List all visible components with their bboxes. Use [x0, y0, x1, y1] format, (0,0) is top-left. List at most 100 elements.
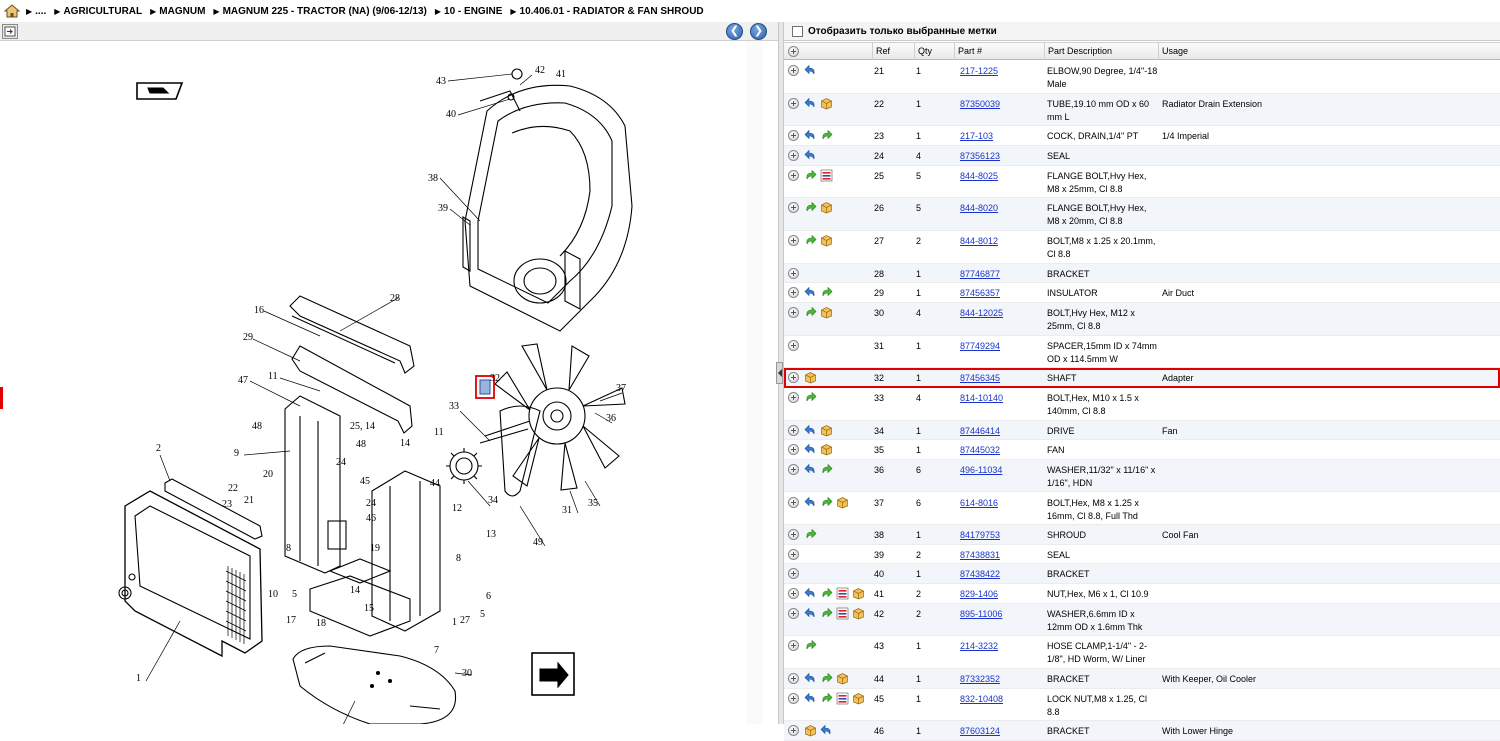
diagram-callout[interactable]: 29	[243, 332, 253, 343]
forward-button[interactable]: ❯	[750, 23, 767, 40]
add-to-list-icon[interactable]	[788, 463, 799, 475]
breadcrumb-item-agricultural[interactable]: AGRICULTURAL	[63, 6, 142, 17]
kit-box-icon[interactable]	[852, 587, 865, 600]
kit-box-icon[interactable]	[820, 306, 833, 319]
kit-box-icon[interactable]	[804, 371, 817, 384]
exploded-parts-diagram[interactable]: 4342 4140383928162947 1148925, 14482445462…	[0, 41, 746, 724]
add-to-list-icon[interactable]	[788, 130, 799, 142]
add-to-list-icon[interactable]	[788, 339, 799, 351]
diagram-callout[interactable]: 30	[462, 668, 472, 679]
table-row[interactable]: 31 1 87749294 SPACER,15mm ID x 74mm OD x 11…	[784, 336, 1500, 369]
diagram-vertical-scrollbar[interactable]	[746, 41, 762, 724]
replaced-by-arrow-icon[interactable]	[804, 286, 817, 299]
add-to-list-icon[interactable]	[788, 424, 799, 436]
part-number-link[interactable]: 87746877	[960, 268, 1000, 281]
diagram-callout[interactable]: 13	[486, 529, 496, 540]
replaces-arrow-icon[interactable]	[820, 286, 833, 299]
diagram-callout[interactable]: 12	[452, 503, 462, 514]
diagram-callout[interactable]: 11	[268, 371, 278, 382]
part-number-link[interactable]: 217-1225	[960, 65, 998, 78]
diagram-callout[interactable]: 20	[263, 469, 273, 480]
table-row[interactable]: 21 1 217-1225 ELBOW,90 Degree, 1/4"-18 Male	[784, 61, 1500, 94]
kit-box-icon[interactable]	[820, 97, 833, 110]
add-to-list-icon[interactable]	[788, 692, 799, 704]
diagram-callout[interactable]: 41	[556, 69, 566, 80]
replaces-arrow-icon[interactable]	[804, 639, 817, 652]
diagram-callout[interactable]: 42	[535, 65, 545, 76]
part-number-link[interactable]: 87332352	[960, 673, 1000, 686]
column-header-qty[interactable]: Qty	[914, 43, 954, 60]
replaced-by-arrow-icon[interactable]	[804, 443, 817, 456]
add-to-list-icon[interactable]	[788, 391, 799, 403]
table-row[interactable]: 23 1 217-103 COCK, DRAIN,1/4" PT 1/4 Imperia…	[784, 126, 1500, 146]
kit-box-icon[interactable]	[820, 201, 833, 214]
replaced-by-arrow-icon[interactable]	[804, 424, 817, 437]
replaces-arrow-icon[interactable]	[820, 607, 833, 620]
part-number-link[interactable]: 87603124	[960, 725, 1000, 738]
add-to-list-icon[interactable]	[788, 65, 799, 76]
replaces-arrow-icon[interactable]	[820, 129, 833, 142]
table-row[interactable]: 34 1 87446414 DRIVE Fan	[784, 420, 1500, 441]
table-row[interactable]: 42 2 895-11006 WASHER,6.6mm ID x 12mm OD x …	[784, 603, 1500, 637]
diagram-callout[interactable]: 38	[428, 173, 438, 184]
diagram-callout[interactable]: 22	[228, 483, 238, 494]
add-to-list-icon[interactable]	[788, 607, 799, 619]
part-number-link[interactable]: 814-10140	[960, 392, 1003, 405]
part-number-link[interactable]: 87749294	[960, 340, 1000, 353]
replaces-arrow-icon[interactable]	[820, 463, 833, 476]
show-selected-only-label[interactable]: Отобразить только выбранные метки	[808, 26, 997, 37]
table-row[interactable]: 33 4 814-10140 BOLT,Hex, M10 x 1.5 x 140mm,…	[784, 388, 1500, 421]
add-to-list-icon[interactable]	[788, 673, 799, 684]
replaces-arrow-icon[interactable]	[820, 587, 833, 600]
table-row[interactable]: 39 2 87438831 SEAL	[784, 545, 1500, 565]
add-to-list-icon[interactable]	[788, 496, 799, 508]
column-header-part-number[interactable]: Part #	[954, 43, 1044, 60]
diagram-callout[interactable]: 15	[364, 603, 374, 614]
replaced-by-arrow-icon[interactable]	[804, 149, 817, 162]
part-number-link[interactable]: 829-1406	[960, 588, 998, 601]
replaces-arrow-icon[interactable]	[804, 169, 817, 182]
diagram-callout[interactable]: 24	[366, 498, 376, 509]
add-to-list-icon[interactable]	[788, 568, 799, 580]
diagram-callout[interactable]: 48	[252, 421, 262, 432]
diagram-callout[interactable]: 45	[360, 476, 370, 487]
diagram-callout[interactable]: 48	[356, 439, 366, 450]
add-to-list-icon[interactable]	[788, 169, 799, 181]
table-row[interactable]: 26 5 844-8020 FLANGE BOLT,Hvy Hex, M8 x 20m…	[784, 198, 1500, 231]
kit-box-icon[interactable]	[820, 443, 833, 456]
add-to-list-icon[interactable]	[788, 725, 799, 737]
table-row[interactable]: 40 1 87438422 BRACKET	[784, 564, 1500, 584]
diagram-callout[interactable]: 16	[254, 305, 264, 316]
kit-box-icon[interactable]	[820, 234, 833, 247]
specification-list-icon[interactable]	[836, 692, 849, 705]
diagram-callout[interactable]: 19	[370, 543, 380, 554]
table-row[interactable]: 37 6 614-8016 BOLT,Hex, M8 x 1.25 x 16mm, C…	[784, 493, 1500, 526]
add-to-list-icon[interactable]	[788, 202, 799, 214]
part-number-link[interactable]: 496-11034	[960, 464, 1002, 477]
diagram-callout[interactable]: 32	[490, 373, 500, 384]
table-row[interactable]: 32 1 87456345 SHAFT Adapter	[784, 368, 1500, 388]
table-row[interactable]: 30 4 844-12025 BOLT,Hvy Hex, M12 x 25mm, Cl…	[784, 302, 1500, 336]
part-number-link[interactable]: 844-8020	[960, 202, 998, 215]
replaces-arrow-icon[interactable]	[804, 234, 817, 247]
breadcrumb-item-magnum[interactable]: MAGNUM	[159, 6, 205, 17]
replaces-arrow-icon[interactable]	[804, 391, 817, 404]
diagram-callout[interactable]: 28	[390, 293, 400, 304]
diagram-callout[interactable]: 5	[480, 609, 485, 620]
diagram-callout[interactable]: 44	[430, 478, 440, 489]
kit-box-icon[interactable]	[820, 424, 833, 437]
diagram-callout[interactable]: 5	[292, 589, 297, 600]
kit-box-icon[interactable]	[852, 692, 865, 705]
diagram-callout[interactable]: 9	[234, 448, 239, 459]
table-row[interactable]: 46 1 87603124 BRACKET With Lower Hinge	[784, 721, 1500, 741]
replaced-by-arrow-icon[interactable]	[820, 724, 833, 737]
part-number-link[interactable]: 87438422	[960, 568, 1000, 581]
add-to-list-icon[interactable]	[788, 235, 799, 246]
specification-list-icon[interactable]	[820, 169, 833, 182]
table-row[interactable]: 43 1 214-3232 HOSE CLAMP,1-1/4" - 2-1/8", H…	[784, 636, 1500, 669]
diagram-callout[interactable]: 46	[366, 513, 376, 524]
add-to-list-icon[interactable]	[788, 372, 799, 384]
part-number-link[interactable]: 87446414	[960, 425, 1000, 438]
diagram-callout[interactable]: 21	[244, 495, 254, 506]
diagram-callout[interactable]: 23	[222, 499, 232, 510]
